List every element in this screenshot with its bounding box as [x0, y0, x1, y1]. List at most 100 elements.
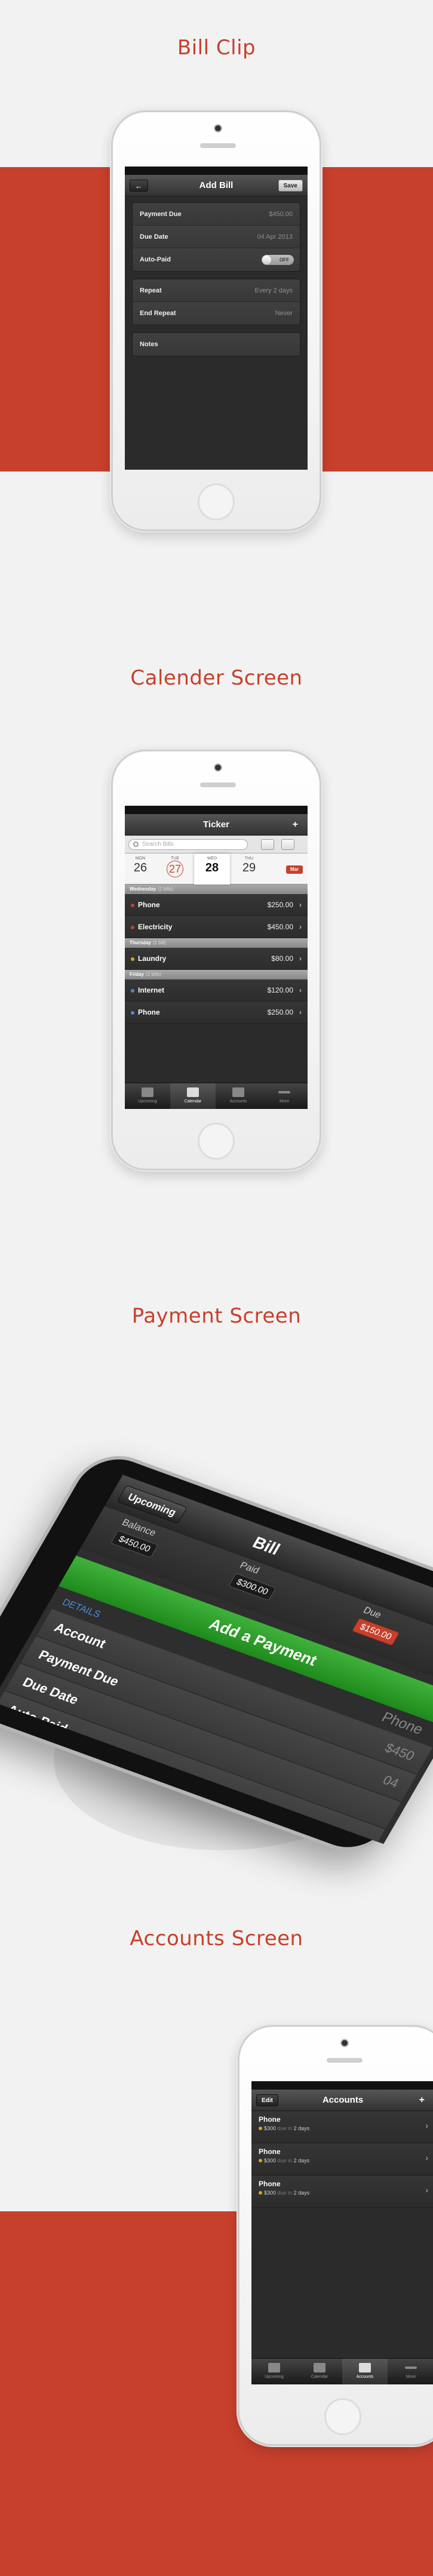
day-tue[interactable]: TUE 27 — [159, 853, 191, 885]
tab-upcoming[interactable]: Upcoming — [125, 1083, 170, 1109]
speaker — [327, 2058, 363, 2063]
day-name: TUE — [171, 856, 179, 861]
day-number: 28 — [205, 861, 219, 874]
upcoming-icon — [142, 1087, 153, 1097]
month-button[interactable]: Mar — [286, 865, 303, 874]
notes-row[interactable]: Notes — [133, 333, 300, 356]
day-header: Thursday (1 bill) — [125, 938, 308, 948]
bill-amount: $250.00 — [267, 1008, 293, 1016]
calendar-icon — [314, 2363, 325, 2372]
status-bar — [125, 806, 308, 814]
tab-more[interactable]: More — [388, 2359, 433, 2384]
bill-name: Internet — [138, 986, 165, 994]
account-due: $300 due in 2 days — [259, 2190, 433, 2196]
row-label: Due Date — [140, 233, 168, 241]
chevron-right-icon: › — [425, 2185, 428, 2195]
bill-name: Phone — [138, 1008, 160, 1016]
tab-more[interactable]: More — [261, 1083, 308, 1109]
bill-row[interactable]: Laundry $80.00 › — [125, 948, 308, 970]
status-dot — [259, 2159, 262, 2162]
tab-accounts[interactable]: Accounts — [216, 1083, 261, 1109]
day-number: 29 — [242, 861, 256, 874]
status-bar — [251, 2081, 433, 2090]
account-item[interactable]: Phone $300 due in 2 days › — [251, 2143, 433, 2176]
day-header: Friday (2 bills) — [125, 970, 308, 979]
search-input[interactable]: Search Bills — [128, 839, 248, 850]
tab-label: Upcoming — [138, 1099, 157, 1104]
day-name: THU — [244, 856, 254, 861]
status-dot — [131, 957, 134, 961]
add-account-button[interactable]: + — [414, 2094, 429, 2106]
end-repeat-row[interactable]: End Repeat Never — [133, 302, 300, 325]
navbar: Edit Accounts + — [251, 2090, 433, 2111]
repeat-row[interactable]: Repeat Every 2 days — [133, 279, 300, 302]
bill-amount: $80.00 — [271, 954, 293, 963]
account-item[interactable]: Phone $300 due in 2 days › — [251, 2111, 433, 2143]
payment-stage: Upcoming Bill Balance $450.00 Paid $300.… — [0, 1397, 433, 1934]
bill-name: Laundry — [138, 954, 167, 963]
calendar-view-icon[interactable] — [281, 839, 294, 850]
tab-calendar[interactable]: Calendar — [170, 1083, 216, 1109]
camera — [214, 124, 222, 133]
calendar-icon — [187, 1087, 199, 1097]
chevron-right-icon: › — [299, 986, 302, 994]
phone-frame: Ticker + Search Bills MON 26 TUE 27 WED … — [111, 750, 321, 1170]
row-value: $450.00 — [269, 211, 293, 218]
add-bill-button[interactable]: + — [288, 819, 303, 831]
row-value: Never — [275, 310, 293, 317]
bill-amount: $120.00 — [267, 986, 293, 994]
page-title: Bill — [249, 1533, 284, 1558]
tab-calendar[interactable]: Calendar — [297, 2359, 342, 2384]
section-title-calender: Calender Screen — [130, 666, 303, 690]
bill-name: Phone — [138, 901, 160, 909]
bill-row[interactable]: Phone $250.00 › — [125, 894, 308, 916]
bill-row[interactable]: Phone $250.00 › — [125, 1002, 308, 1024]
accounts-icon — [232, 1087, 244, 1097]
account-amount: $300 — [264, 2158, 277, 2164]
day-strip: MON 26 TUE 27 WED 28 THU 29 Mar — [125, 853, 308, 885]
day-mon[interactable]: MON 26 — [125, 853, 156, 885]
toggle-knob — [262, 255, 271, 264]
account-name: Phone — [259, 2147, 281, 2156]
account-item[interactable]: Phone $300 due in 2 days › — [251, 2176, 433, 2208]
tab-upcoming[interactable]: Upcoming — [251, 2359, 297, 2384]
save-button[interactable]: Save — [278, 180, 303, 192]
auto-paid-toggle[interactable]: OFF — [262, 255, 294, 265]
day-header-count: (2 bills) — [158, 886, 174, 892]
search-icon — [133, 842, 139, 847]
speaker — [200, 143, 236, 148]
home-button — [198, 1123, 235, 1160]
chevron-right-icon: › — [425, 2153, 428, 2162]
tab-label: Accounts — [356, 2375, 374, 2379]
day-name: MON — [135, 856, 146, 861]
tab-label: Calendar — [184, 1099, 202, 1104]
due-date-row[interactable]: Due Date 04 Apr 2013 — [133, 226, 300, 248]
payment-due-row[interactable]: Payment Due $450.00 — [133, 203, 300, 226]
bill-row[interactable]: Electricity $450.00 › — [125, 916, 308, 938]
phone-frame: ← Add Bill Save Payment Due $450.00 Due … — [111, 110, 321, 531]
arrow-left-icon[interactable]: ← — [130, 180, 148, 192]
account-name: Phone — [259, 2180, 281, 2188]
accounts-icon — [359, 2363, 371, 2372]
chevron-right-icon: › — [299, 1008, 302, 1016]
list-view-icon[interactable] — [261, 839, 274, 850]
day-name: WED — [207, 856, 217, 861]
day-wed[interactable]: WED 28 — [194, 853, 230, 885]
due-when: 2 days — [293, 2158, 310, 2164]
day-thu[interactable]: THU 29 — [234, 853, 265, 885]
tab-bar: Upcoming Calendar Accounts More — [125, 1083, 308, 1109]
camera — [340, 2039, 349, 2047]
upcoming-icon — [268, 2363, 280, 2372]
more-icon — [278, 1091, 290, 1093]
today-marker: 27 — [167, 861, 183, 877]
bill-row[interactable]: Internet $120.00 › — [125, 979, 308, 1002]
row-label: Auto-Paid — [140, 256, 171, 263]
day-header-label: Friday — [130, 972, 145, 977]
page-title: Accounts — [322, 2095, 364, 2105]
toggle-label: OFF — [280, 257, 289, 263]
ticker-screen: Ticker + Search Bills MON 26 TUE 27 WED … — [125, 806, 308, 1109]
edit-button[interactable]: Edit — [256, 2094, 278, 2106]
bill-amount: $450.00 — [267, 923, 293, 931]
add-bill-screen: ← Add Bill Save Payment Due $450.00 Due … — [125, 167, 308, 470]
tab-accounts[interactable]: Accounts — [342, 2359, 388, 2384]
